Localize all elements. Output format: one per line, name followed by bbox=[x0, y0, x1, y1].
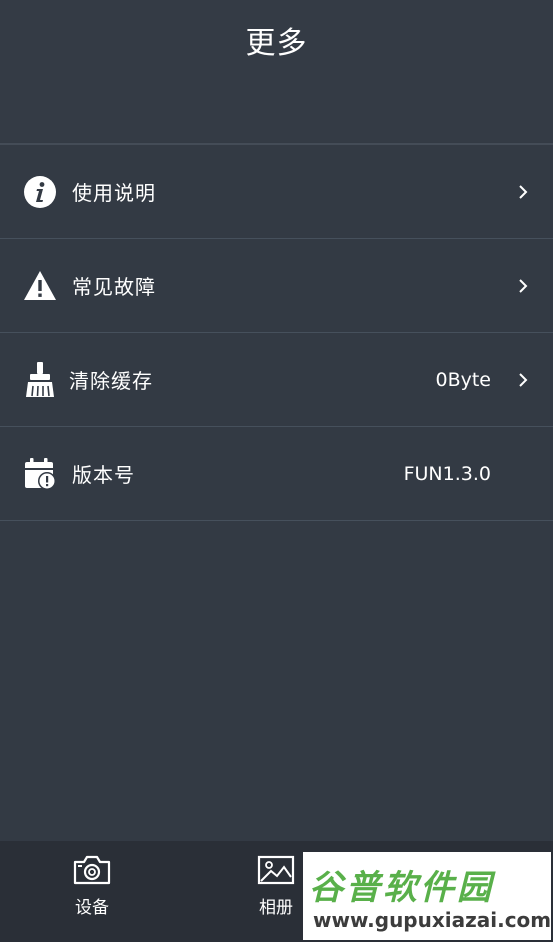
watermark-url: www.gupuxiazai.com bbox=[313, 908, 551, 932]
menu-item-label: 清除缓存 bbox=[69, 369, 153, 393]
warning-icon bbox=[23, 269, 57, 303]
broom-icon bbox=[23, 361, 57, 397]
tab-label: 设备 bbox=[75, 898, 109, 918]
chevron-right-icon bbox=[519, 278, 528, 293]
top-bar: 更多 bbox=[0, 0, 553, 142]
menu-item-label: 使用说明 bbox=[72, 181, 156, 205]
calendar-alert-icon bbox=[23, 457, 57, 491]
page-title: 更多 bbox=[245, 26, 308, 61]
watermark-title: 谷普软件园 bbox=[309, 868, 494, 908]
cache-size-value: 0Byte bbox=[435, 368, 491, 391]
menu-item-label: 版本号 bbox=[72, 463, 135, 487]
version-value: FUN1.3.0 bbox=[403, 462, 491, 485]
camera-icon bbox=[73, 855, 111, 885]
tab-devices[interactable]: 设备 bbox=[52, 855, 132, 918]
image-icon bbox=[257, 855, 295, 885]
menu-item-version: 版本号 FUN1.3.0 bbox=[0, 427, 553, 521]
menu-item-faults[interactable]: 常见故障 bbox=[0, 239, 553, 333]
menu-item-instructions[interactable]: 使用说明 bbox=[0, 145, 553, 239]
watermark-logo: 谷普软件园 www.gupuxiazai.com bbox=[303, 852, 551, 940]
menu-item-label: 常见故障 bbox=[72, 275, 156, 299]
chevron-right-icon bbox=[519, 184, 528, 199]
chevron-right-icon bbox=[519, 372, 528, 387]
info-icon bbox=[23, 175, 57, 209]
menu-item-clear-cache[interactable]: 清除缓存 0Byte bbox=[0, 333, 553, 427]
menu-list: 使用说明 常见故障 清除缓存 0Byte 版本号 FUN1.3.0 bbox=[0, 143, 553, 521]
